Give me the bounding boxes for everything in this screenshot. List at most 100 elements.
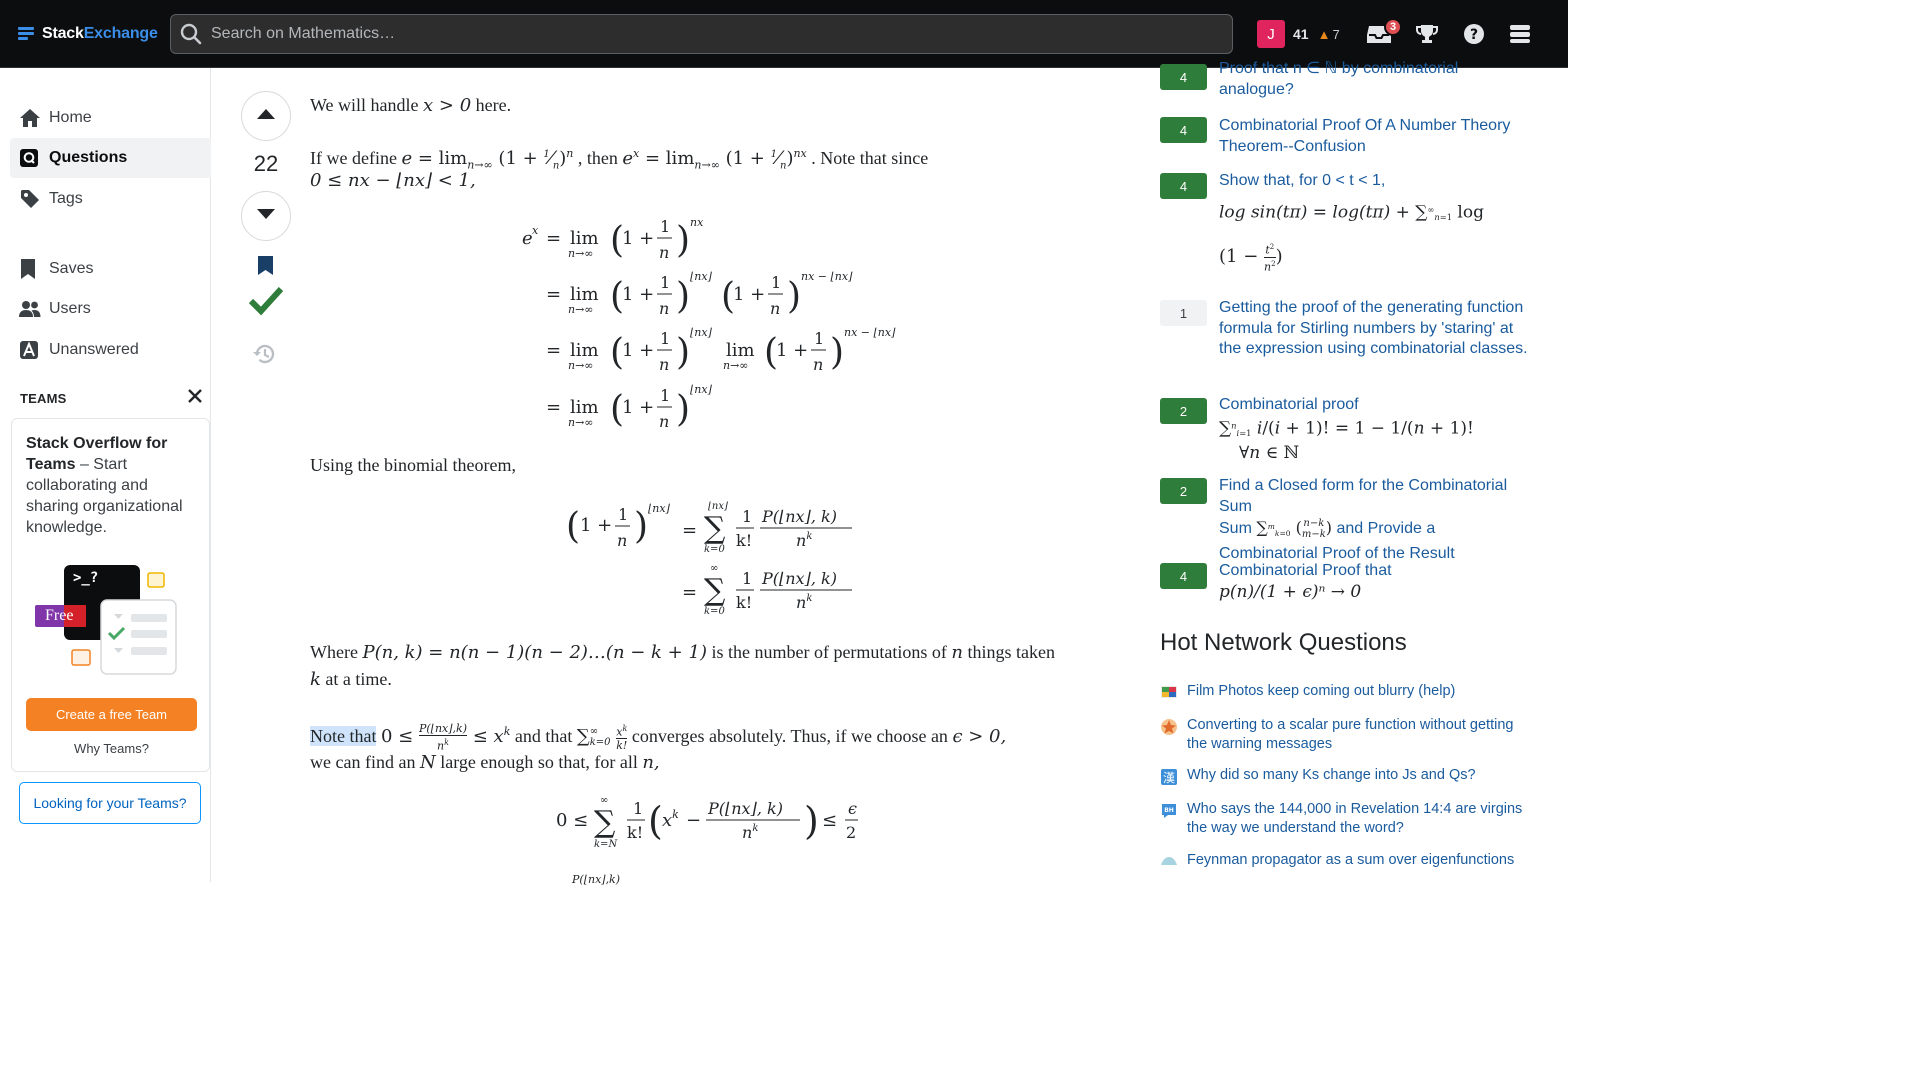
related-question-link[interactable]: Proof that n ∈ ℕ by combinatorial analog…	[1219, 59, 1529, 100]
svg-text:2: 2	[846, 823, 856, 842]
sidebar-item-tags[interactable]: Tags	[10, 179, 211, 219]
search-box[interactable]	[170, 14, 1233, 54]
teams-promo-text: Stack Overflow for Teams – Start collabo…	[26, 433, 204, 538]
teams-promo-card: Stack Overflow for Teams – Start collabo…	[11, 418, 210, 772]
downvote-button[interactable]	[241, 191, 291, 241]
why-teams-link[interactable]: Why Teams?	[12, 741, 211, 756]
answer-count-badge: 1	[1160, 300, 1207, 326]
related-question-link[interactable]: Show that, for 0 < t < 1, log sin(tπ) = …	[1219, 171, 1529, 274]
svg-text:n: n	[659, 412, 669, 431]
svg-text:k!: k!	[736, 593, 752, 612]
answer-paragraph: Where P(n, k) = n(n − 1)(n − 2)…(n − k +…	[310, 639, 1055, 666]
create-free-team-button[interactable]: Create a free Team	[26, 698, 197, 731]
hot-network-question[interactable]: BH Who says the 144,000 in Revelation 14…	[1160, 800, 1530, 838]
svg-text:∑: ∑	[594, 805, 616, 840]
svg-text:=: =	[682, 582, 697, 603]
search-input[interactable]	[211, 25, 1232, 43]
top-bar: StackExchange J 41 ▲ 7 3 ?	[0, 0, 1568, 68]
upvote-arrow-icon	[256, 107, 276, 125]
sidebar-item-label: Tags	[49, 190, 83, 207]
inline-math: P(n, k) = n(n − 1)(n − 2)…(n − k + 1)	[362, 642, 707, 663]
svg-text:n→∞: n→∞	[723, 359, 748, 372]
hot-network-question-link[interactable]: Feynman propagator as a sum over eigenfu…	[1187, 851, 1527, 870]
svg-text:∑: ∑	[704, 511, 726, 546]
svg-text:P(⌊nx⌋, k): P(⌊nx⌋, k)	[761, 569, 837, 588]
svg-text:=: =	[546, 228, 561, 249]
sidebar-item-questions[interactable]: Questions	[10, 138, 211, 178]
hot-network-question-link[interactable]: Film Photos keep coming out blurry (help…	[1187, 682, 1527, 701]
display-equation: (1 + 1n ) ⌊nx⌋ = ⌊nx⌋ ∑ k=0 1 k! P(⌊nx⌋, k…	[566, 496, 866, 629]
hot-network-question[interactable]: Film Photos keep coming out blurry (help…	[1160, 682, 1530, 701]
related-question-math: ∀n ∈ ℕ	[1239, 443, 1300, 464]
inline-math: N	[419, 752, 436, 773]
svg-text:(: (	[648, 799, 663, 843]
svg-text:x: x	[532, 224, 539, 237]
svg-text:1: 1	[742, 507, 752, 526]
hot-network-question[interactable]: Feynman propagator as a sum over eigenfu…	[1160, 851, 1530, 870]
hot-network-question-link[interactable]: Converting to a scalar pure function wit…	[1187, 716, 1527, 754]
svg-text:nx: nx	[690, 216, 704, 229]
sidebar-item-label: Unanswered	[49, 341, 139, 358]
answer-text: things taken	[963, 642, 1056, 662]
display-equation: ex = lim n→∞ (1 + 1n ) nx = lim n→∞ (1 + 1n…	[522, 214, 922, 447]
photography-site-icon	[1160, 684, 1178, 700]
svg-text:P(⌊nx⌋, k): P(⌊nx⌋, k)	[707, 799, 783, 818]
left-sidebar: Home Questions Tags Saves Users Unanswer…	[0, 68, 211, 882]
svg-text:n: n	[659, 355, 669, 374]
inline-math: e = limn→∞ (1 + 1⁄n)n	[401, 147, 574, 172]
hot-network-question[interactable]: Converting to a scalar pure function wit…	[1160, 716, 1530, 754]
svg-text:xk: xk	[662, 808, 679, 831]
help-icon[interactable]: ?	[1461, 22, 1487, 46]
questions-icon	[19, 148, 47, 168]
close-icon[interactable]	[188, 388, 202, 408]
reputation: 41	[1293, 26, 1309, 42]
svg-text:1: 1	[742, 569, 752, 588]
svg-text:1: 1	[814, 329, 824, 348]
related-question-link[interactable]: Find a Closed form for the Combinatorial…	[1219, 476, 1529, 565]
teams-header: TEAMS	[20, 388, 202, 408]
sidebar-item-users[interactable]: Users	[10, 289, 211, 329]
svg-text:1 +: 1 +	[733, 284, 765, 305]
svg-text:n: n	[617, 531, 627, 550]
avatar[interactable]: J	[1257, 20, 1285, 48]
sidebar-item-home[interactable]: Home	[10, 98, 211, 138]
related-question-link[interactable]: Combinatorial proof ∑ni=1 i/(i + 1)! = 1…	[1219, 395, 1529, 464]
related-question-math: ∑ni=1 i/(i + 1)! = 1 − 1/(n + 1)!	[1219, 417, 1474, 438]
related-question-link[interactable]: Combinatorial Proof that p(n)/(1 + ϵ)ⁿ →…	[1219, 561, 1529, 602]
svg-text:): )	[676, 332, 690, 373]
upvote-button[interactable]	[241, 91, 291, 141]
looking-for-teams-button[interactable]: Looking for your Teams?	[19, 782, 201, 824]
svg-text:n: n	[659, 243, 669, 262]
user-card[interactable]: J 41 ▲ 7	[1257, 20, 1340, 48]
related-question-math: log sin(tπ) = log(tπ) + ∑∞n=1 log	[1219, 201, 1484, 222]
svg-text:k!: k!	[736, 531, 752, 550]
bookmark-icon[interactable]	[257, 255, 274, 281]
svg-text:1: 1	[618, 505, 628, 524]
svg-text:n→∞: n→∞	[568, 247, 593, 260]
related-question-link[interactable]: Combinatorial Proof Of A Number Theory T…	[1219, 116, 1529, 157]
selected-text: Note that	[310, 726, 377, 746]
hot-network-question-link[interactable]: Who says the 144,000 in Revelation 14:4 …	[1187, 800, 1527, 838]
hot-network-question-link[interactable]: Why did so many Ks change into Js and Qs…	[1187, 766, 1527, 785]
achievements-icon[interactable]	[1414, 22, 1440, 46]
inline-math: n	[951, 642, 964, 663]
site-switcher-icon[interactable]	[1507, 22, 1533, 46]
sidebar-item-saves[interactable]: Saves	[10, 249, 211, 289]
sidebar-item-label: Saves	[49, 260, 94, 277]
teams-illustration: >_? Free	[34, 562, 184, 677]
hot-network-question[interactable]: 漢 Why did so many Ks change into Js and …	[1160, 766, 1530, 785]
answer-count-badge: 4	[1160, 563, 1207, 589]
related-question-link[interactable]: Getting the proof of the generating func…	[1219, 298, 1529, 360]
timeline-icon[interactable]	[252, 343, 276, 370]
svg-text:k=0: k=0	[704, 606, 725, 617]
svg-text:1: 1	[633, 799, 643, 818]
inbox-count-badge: 3	[1384, 18, 1402, 36]
sidebar-item-unanswered[interactable]: Unanswered	[10, 330, 211, 370]
svg-text:nk: nk	[742, 823, 758, 842]
stackexchange-logo[interactable]: StackExchange	[18, 22, 158, 46]
svg-text:lim: lim	[570, 397, 599, 418]
sidebar-item-label: Home	[49, 109, 92, 126]
accepted-check-icon	[248, 286, 284, 321]
inline-math: ∑ ∞ k=0 xk k!	[576, 723, 628, 753]
home-icon	[19, 108, 47, 128]
